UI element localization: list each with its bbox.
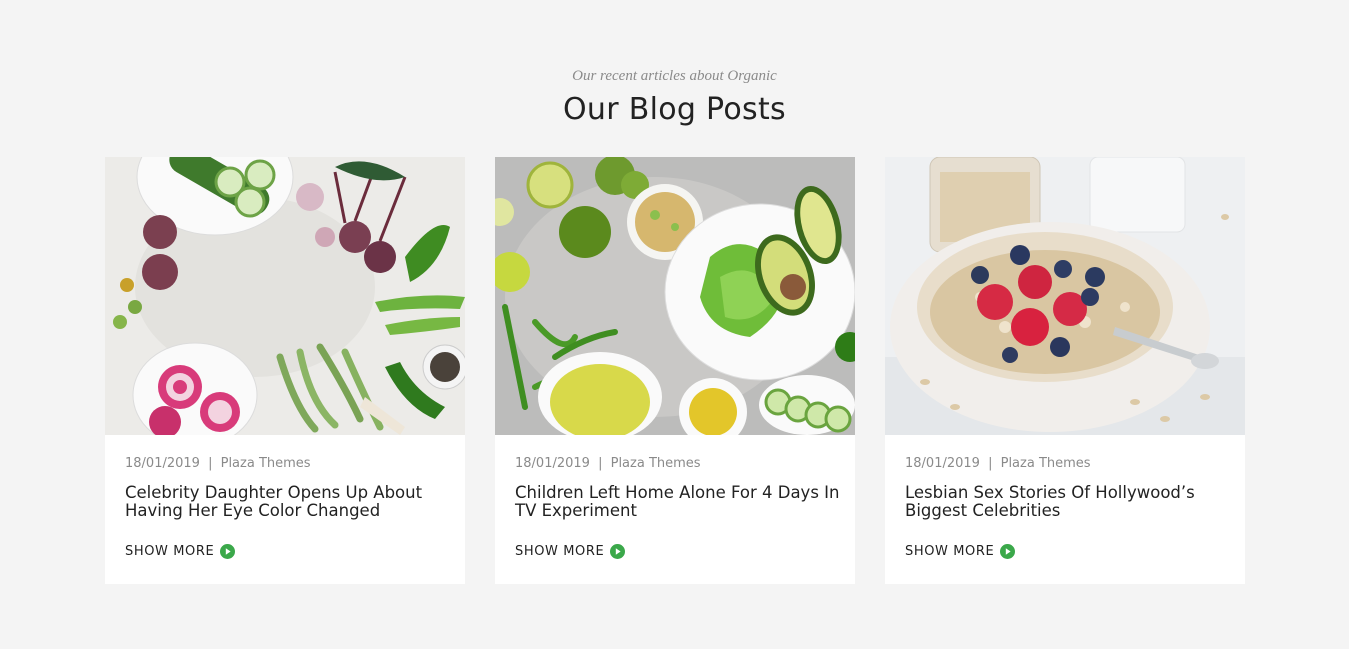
post-author[interactable]: Plaza Themes <box>611 456 701 471</box>
play-circle-icon <box>220 544 236 559</box>
show-more-label: SHOW MORE <box>125 544 215 559</box>
salad-avocado-image[interactable] <box>495 157 855 435</box>
meta-separator: | <box>598 456 603 471</box>
meta-separator: | <box>988 456 993 471</box>
play-circle-icon <box>610 544 626 559</box>
play-circle-icon <box>1000 544 1016 559</box>
section-subtitle: Our recent articles about Organic <box>572 68 777 84</box>
post-meta: 18/01/2019 | Plaza Themes <box>515 456 701 471</box>
show-more-link[interactable]: SHOW MORE <box>125 544 236 559</box>
post-date: 18/01/2019 <box>905 456 980 471</box>
post-author[interactable]: Plaza Themes <box>221 456 311 471</box>
vegetables-flatlay-image[interactable] <box>105 157 465 435</box>
post-title[interactable]: Celebrity Daughter Opens Up About Having… <box>125 484 450 519</box>
post-author[interactable]: Plaza Themes <box>1001 456 1091 471</box>
post-date: 18/01/2019 <box>515 456 590 471</box>
post-title[interactable]: Children Left Home Alone For 4 Days In T… <box>515 484 840 519</box>
post-meta: 18/01/2019 | Plaza Themes <box>905 456 1091 471</box>
blog-card: 18/01/2019 | Plaza Themes Children Left … <box>495 157 855 584</box>
post-meta: 18/01/2019 | Plaza Themes <box>125 456 311 471</box>
meta-separator: | <box>208 456 213 471</box>
show-more-label: SHOW MORE <box>905 544 995 559</box>
post-date: 18/01/2019 <box>125 456 200 471</box>
show-more-link[interactable]: SHOW MORE <box>905 544 1016 559</box>
oatmeal-berries-image[interactable] <box>885 157 1245 435</box>
blog-card: 18/01/2019 | Plaza Themes Celebrity Daug… <box>105 157 465 584</box>
blog-posts-section: Our recent articles about Organic Our Bl… <box>0 0 1349 649</box>
section-title: Our Blog Posts <box>563 92 786 127</box>
post-title[interactable]: Lesbian Sex Stories Of Hollywood’s Bigge… <box>905 484 1230 519</box>
blog-card: 18/01/2019 | Plaza Themes Lesbian Sex St… <box>885 157 1245 584</box>
show-more-label: SHOW MORE <box>515 544 605 559</box>
show-more-link[interactable]: SHOW MORE <box>515 544 626 559</box>
